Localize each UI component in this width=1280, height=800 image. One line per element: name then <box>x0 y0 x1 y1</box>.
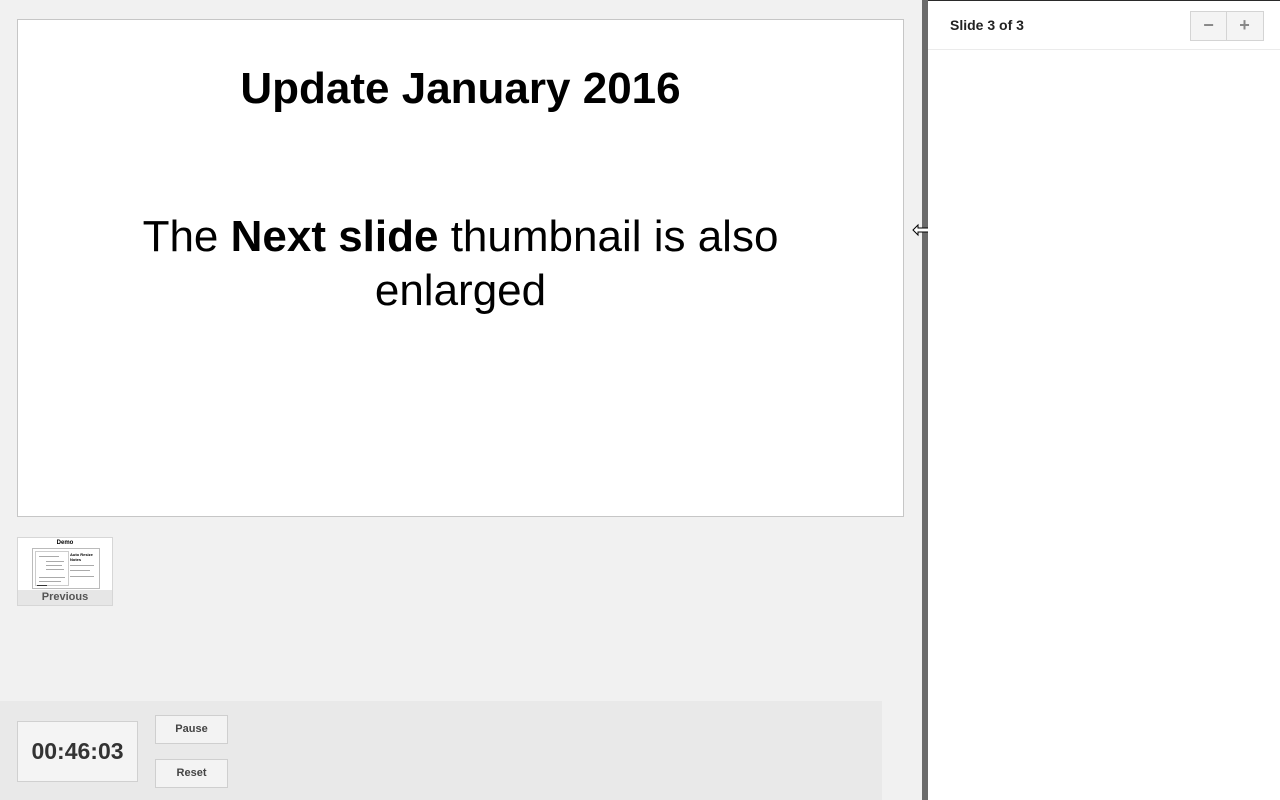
preview-text-line <box>39 581 61 582</box>
slide-body-text: The Next slide thumbnail is also enlarge… <box>128 210 793 318</box>
preview-inner-left-panel <box>35 551 69 586</box>
previous-label: Previous <box>41 591 89 603</box>
reset-button[interactable]: Reset <box>155 759 228 788</box>
preview-text-line <box>46 565 62 566</box>
preview-inner-slide: Auto Resize Notes <box>32 548 100 589</box>
notes-header: Slide 3 of 3 − + <box>928 1 1280 50</box>
slide-counter: Slide 3 of 3 <box>950 17 1024 33</box>
previous-slide-thumbnail[interactable]: Demo Auto Resize Notes Previous <box>17 537 113 606</box>
slide-body-bold: Next slide <box>230 212 439 261</box>
preview-text-line <box>39 556 59 557</box>
preview-text-line <box>70 565 94 566</box>
preview-title: Demo <box>56 540 74 546</box>
timer-toolbar: 00:46:03 Pause Reset <box>0 701 882 800</box>
preview-text-line <box>46 569 64 570</box>
preview-text-line <box>37 585 47 586</box>
slide-body-prefix: The <box>142 212 231 261</box>
pause-button[interactable]: Pause <box>155 715 228 744</box>
elapsed-timer: 00:46:03 <box>17 721 138 782</box>
preview-text-line <box>70 570 90 571</box>
preview-heading: Auto Resize Notes <box>70 552 93 562</box>
notes-zoom-controls: − + <box>1190 11 1264 41</box>
slide-title: Update January 2016 <box>240 64 681 113</box>
speaker-notes-pane: Slide 3 of 3 − + <box>928 1 1280 800</box>
preview-text-line <box>39 577 65 578</box>
zoom-out-button[interactable]: − <box>1191 12 1227 40</box>
zoom-in-button[interactable]: + <box>1227 12 1262 40</box>
current-slide: Update January 2016 The Next slide thumb… <box>17 19 904 517</box>
preview-text-line <box>46 561 64 562</box>
preview-text-line <box>70 576 94 577</box>
previous-slide-preview: Demo Auto Resize Notes <box>18 538 112 590</box>
presenter-main-pane: Update January 2016 The Next slide thumb… <box>0 0 922 800</box>
